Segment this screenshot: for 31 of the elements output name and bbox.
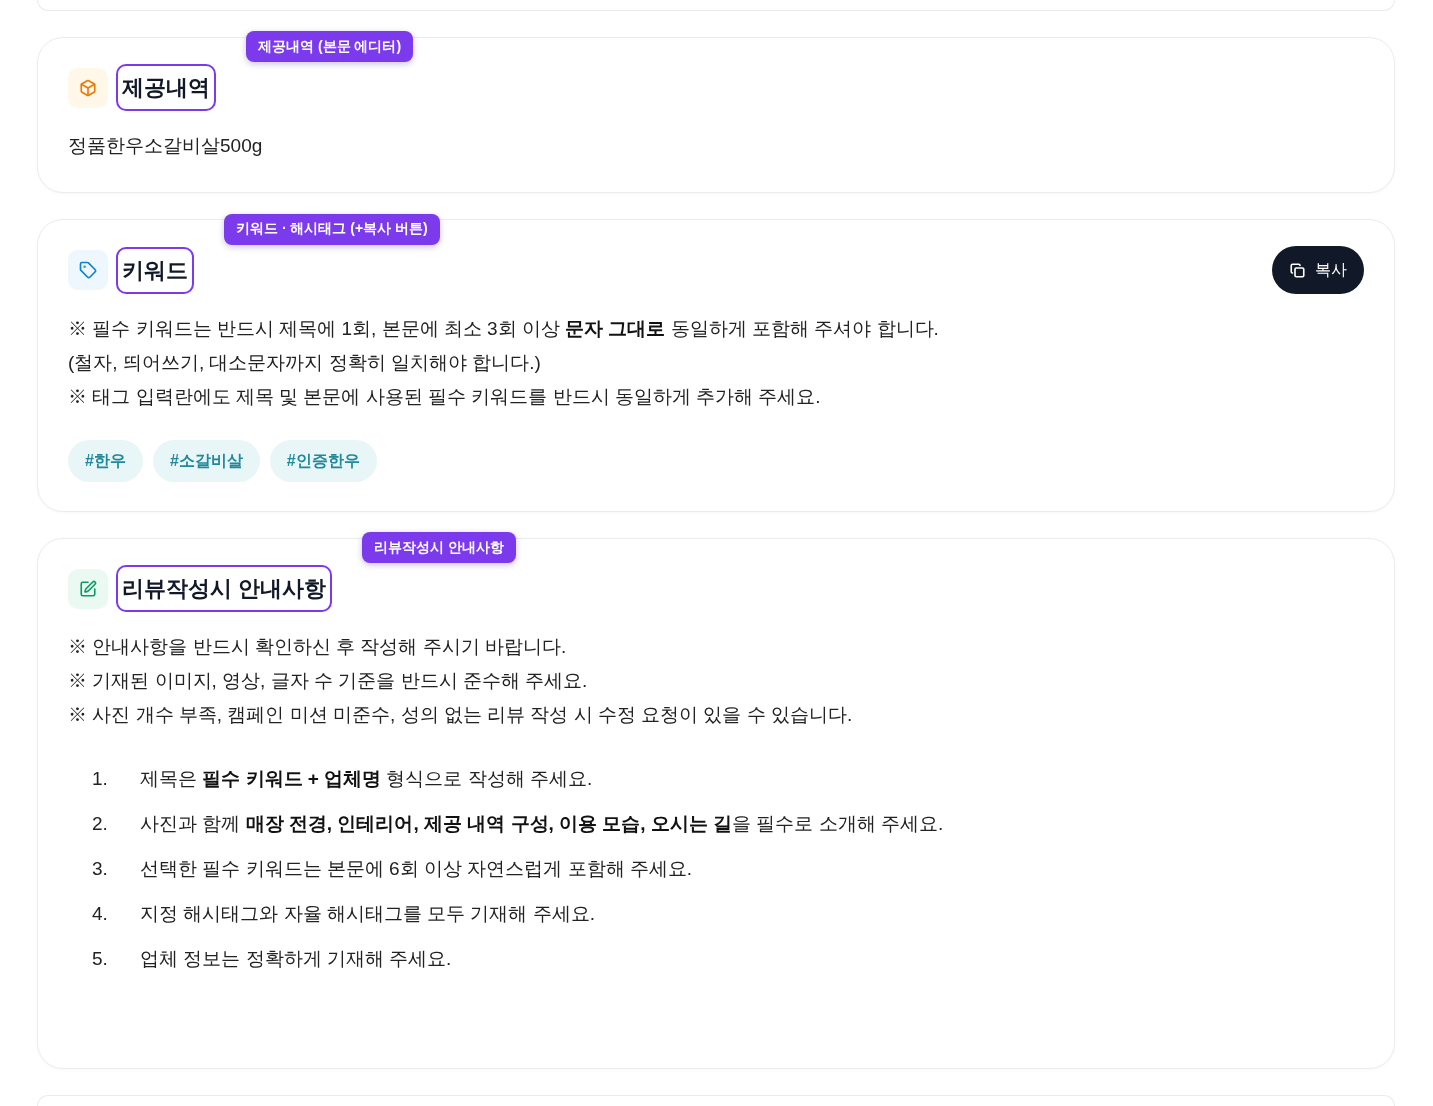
step-text: 선택한 필수 키워드는 본문에 6회 이상 자연스럽게 포함해 주세요. [140, 856, 693, 881]
annotation-badge: 키워드 · 해시태그 (+복사 버튼) [224, 213, 440, 245]
step-text: 지정 해시태그와 자율 해시태그를 모두 기재해 주세요. [140, 901, 595, 926]
hashtag-chip: #인증한우 [269, 440, 377, 482]
section-title: 키워드 [116, 246, 194, 294]
note-text: ※ 안내사항을 반드시 확인하신 후 작성해 주시기 바랍니다. [68, 635, 568, 659]
note-text: ※ 사진 개수 부족, 캠페인 미션 미준수, 성의 없는 리뷰 작성 시 수정 요청이 있을 수 있습니다. [68, 703, 854, 727]
note-text: ※ 필수 키워드는 반드시 제목에 1회, 본문에 최소 3회 이상 문자 그대로 동일하게 포함해 주셔야 합니다. [68, 317, 940, 341]
step-text: 제목은 필수 키워드 + 업체명 형식으로 작성해 주세요. [140, 766, 593, 791]
note-text: ※ 기재된 이미지, 영상, 글자 수 기준을 반드시 준수해 주세요. [68, 669, 589, 693]
step-number: 5. [92, 947, 109, 970]
step-number: 4. [92, 902, 109, 925]
hashtag-chip: #소갈비살 [152, 440, 260, 482]
edit-icon [68, 568, 108, 609]
box-icon [68, 67, 108, 108]
hashtag-chip: #한우 [68, 440, 143, 482]
step-text: 사진과 함께 매장 전경, 인테리어, 제공 내역 구성, 이용 모습, 오시는 길을 필수로 소개해 주세요. [140, 811, 944, 836]
step-number: 1. [92, 767, 109, 790]
annotation-badge: 제공내역 (본문 에디터) [246, 31, 414, 62]
copy-button[interactable]: 복사 [1272, 246, 1364, 294]
note-text: ※ 태그 입력란에도 제목 및 본문에 사용된 필수 키워드를 반드시 동일하게 추가해 주세요. [68, 385, 822, 409]
copy-icon [1290, 262, 1305, 278]
content-text: 정품한우소갈비살500g [68, 134, 264, 158]
note-text: (철자, 띄어쓰기, 대소문자까지 정확히 일치해야 합니다.) [68, 351, 542, 375]
annotation-badge: 리뷰작성시 안내사항 [362, 532, 516, 563]
step-number: 2. [92, 812, 109, 835]
step-number: 3. [92, 857, 109, 880]
section-title: 리뷰작성시 안내사항 [116, 565, 333, 612]
tag-icon [68, 250, 108, 290]
section-title: 제공내역 [116, 64, 216, 111]
step-text: 업체 정보는 정확하게 기재해 주세요. [140, 946, 452, 971]
